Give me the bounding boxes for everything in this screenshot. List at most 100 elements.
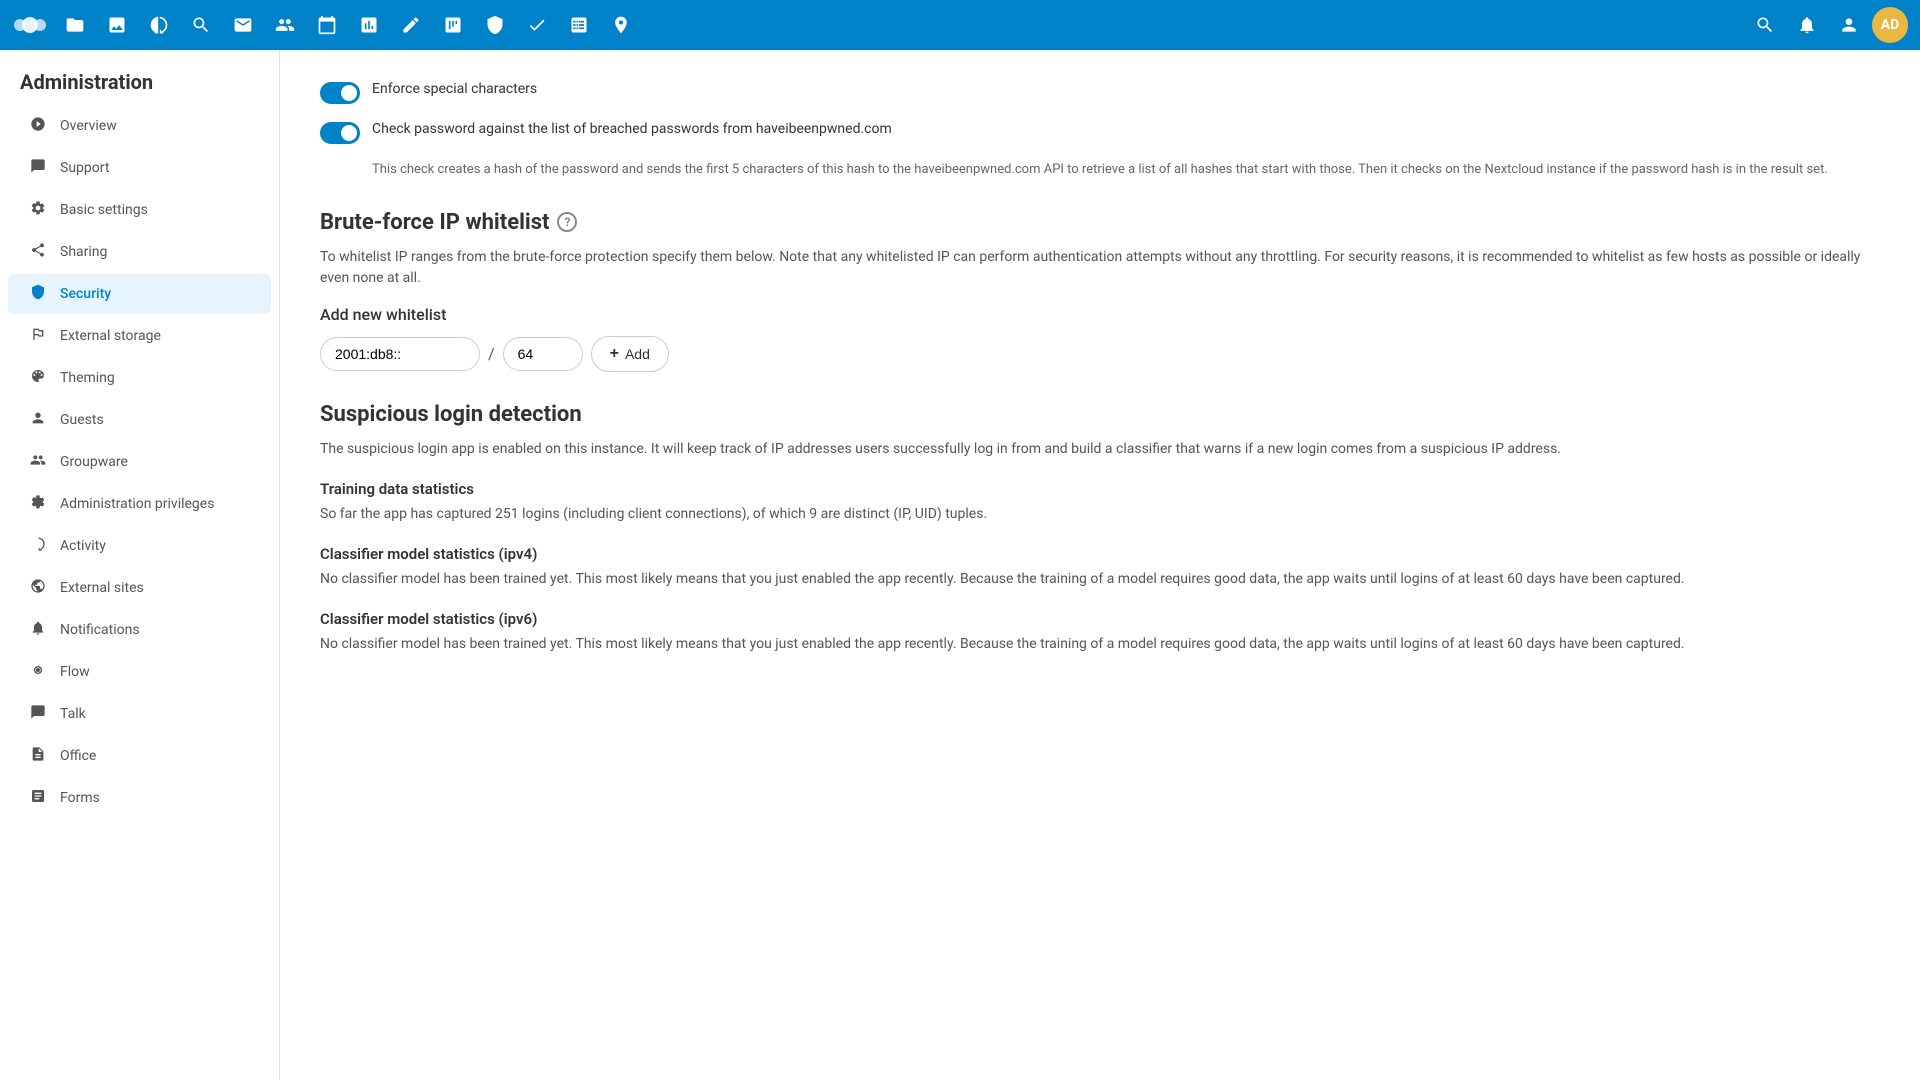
topbar: AD (0, 0, 1920, 50)
sidebar-title: Administration (0, 50, 279, 104)
nav-photos-icon[interactable] (98, 6, 136, 44)
sidebar-item-groupware[interactable]: Groupware (8, 442, 271, 482)
nav-calendar-icon[interactable] (308, 6, 346, 44)
support-icon (28, 158, 48, 178)
overview-icon (28, 116, 48, 136)
sidebar-item-overview[interactable]: Overview (8, 106, 271, 146)
sidebar-item-label: Administration privileges (60, 496, 214, 512)
add-button-label: Add (625, 346, 650, 362)
nav-notes-icon[interactable] (392, 6, 430, 44)
security-icon (28, 284, 48, 304)
global-search-icon[interactable] (1746, 6, 1784, 44)
sidebar-item-label: External storage (60, 328, 161, 344)
office-icon (28, 746, 48, 766)
sidebar-item-theming[interactable]: Theming (8, 358, 271, 398)
groupware-icon (28, 452, 48, 472)
notifications-bell-icon[interactable] (1788, 6, 1826, 44)
sidebar-item-label: Sharing (60, 244, 107, 260)
activity-icon (28, 536, 48, 556)
sidebar-item-talk[interactable]: Talk (8, 694, 271, 734)
talk-icon (28, 704, 48, 724)
notifications-icon (28, 620, 48, 640)
sidebar-item-label: Support (60, 160, 109, 176)
nav-deck-icon[interactable] (434, 6, 472, 44)
nav-maps-icon[interactable] (602, 6, 640, 44)
basic-settings-icon (28, 200, 48, 220)
sidebar-item-label: Overview (60, 118, 117, 134)
haveibeenpwned-toggle[interactable] (320, 122, 360, 144)
sidebar-item-guests[interactable]: Guests (8, 400, 271, 440)
user-avatar[interactable]: AD (1872, 7, 1908, 43)
nav-mail-icon[interactable] (224, 6, 262, 44)
classifier-ipv4-subsection: Classifier model statistics (ipv4) No cl… (320, 545, 1880, 590)
whitelist-input-row: / + Add (320, 336, 1880, 372)
sidebar-item-forms[interactable]: Forms (8, 778, 271, 818)
enforce-special-chars-toggle[interactable] (320, 82, 360, 104)
sidebar-item-office[interactable]: Office (8, 736, 271, 776)
suspicious-login-section: Suspicious login detection The suspiciou… (320, 402, 1880, 655)
sidebar-item-label: Basic settings (60, 202, 148, 218)
sidebar-item-label: Forms (60, 790, 100, 806)
sidebar-item-label: Talk (60, 706, 86, 722)
sidebar-item-flow[interactable]: Flow (8, 652, 271, 692)
haveibeenpwned-label: Check password against the list of breac… (372, 120, 892, 140)
enforce-special-chars-label: Enforce special characters (372, 80, 537, 100)
sidebar-item-support[interactable]: Support (8, 148, 271, 188)
sidebar-item-admin-privileges[interactable]: Administration privileges (8, 484, 271, 524)
classifier-ipv6-text: No classifier model has been trained yet… (320, 634, 1880, 655)
nav-contacts-icon[interactable] (266, 6, 304, 44)
nav-search-icon[interactable] (182, 6, 220, 44)
guests-icon (28, 410, 48, 430)
sidebar-item-external-storage[interactable]: External storage (8, 316, 271, 356)
sidebar-item-label: Groupware (60, 454, 128, 470)
sidebar-item-sharing[interactable]: Sharing (8, 232, 271, 272)
nav-tasks-icon[interactable] (518, 6, 556, 44)
sidebar-item-label: Theming (60, 370, 115, 386)
add-whitelist-button[interactable]: + Add (591, 336, 669, 372)
topbar-left (12, 6, 640, 44)
enforce-special-chars-row: Enforce special characters (320, 80, 1880, 104)
classifier-ipv4-text: No classifier model has been trained yet… (320, 569, 1880, 590)
theming-icon (28, 368, 48, 388)
content-area: Enforce special characters Check passwor… (280, 50, 1920, 1080)
sharing-icon (28, 242, 48, 262)
sidebar-item-notifications[interactable]: Notifications (8, 610, 271, 650)
sidebar-item-label: Guests (60, 412, 104, 428)
classifier-ipv6-title: Classifier model statistics (ipv6) (320, 610, 1880, 628)
external-storage-icon (28, 326, 48, 346)
forms-icon (28, 788, 48, 808)
brute-force-description: To whitelist IP ranges from the brute-fo… (320, 247, 1880, 289)
admin-privileges-icon (28, 494, 48, 514)
nav-activity-icon[interactable] (140, 6, 178, 44)
sidebar-item-activity[interactable]: Activity (8, 526, 271, 566)
ip-address-input[interactable] (320, 337, 480, 371)
sidebar-item-external-sites[interactable]: External sites (8, 568, 271, 608)
classifier-ipv6-subsection: Classifier model statistics (ipv6) No cl… (320, 610, 1880, 655)
nav-dashboard-icon[interactable] (350, 6, 388, 44)
user-menu-icon[interactable] (1830, 6, 1868, 44)
haveibeenpwned-toggle-row: Check password against the list of breac… (320, 120, 1880, 144)
nav-integrations-icon[interactable] (476, 6, 514, 44)
suspicious-login-intro: The suspicious login app is enabled on t… (320, 439, 1880, 460)
sidebar-item-label: Office (60, 748, 96, 764)
brute-force-help-icon[interactable]: ? (557, 212, 577, 232)
plus-icon: + (610, 345, 619, 363)
topbar-right: AD (1746, 6, 1908, 44)
flow-icon (28, 662, 48, 682)
add-whitelist-label: Add new whitelist (320, 305, 1880, 324)
sidebar-item-basic-settings[interactable]: Basic settings (8, 190, 271, 230)
training-data-text: So far the app has captured 251 logins (… (320, 504, 1880, 525)
sidebar-item-label: External sites (60, 580, 144, 596)
classifier-ipv4-title: Classifier model statistics (ipv4) (320, 545, 1880, 563)
external-sites-icon (28, 578, 48, 598)
app-logo[interactable] (12, 7, 48, 43)
suspicious-login-title: Suspicious login detection (320, 402, 1880, 427)
subnet-mask-input[interactable] (503, 337, 583, 371)
sidebar-item-security[interactable]: Security (8, 274, 271, 314)
topbar-nav-icons (56, 6, 640, 44)
nav-files-icon[interactable] (56, 6, 94, 44)
brute-force-section: Brute-force IP whitelist ? To whitelist … (320, 210, 1880, 372)
sidebar-item-label: Activity (60, 538, 106, 554)
sidebar: Administration Overview Support Basic se… (0, 50, 280, 1080)
nav-spreadsheet-icon[interactable] (560, 6, 598, 44)
